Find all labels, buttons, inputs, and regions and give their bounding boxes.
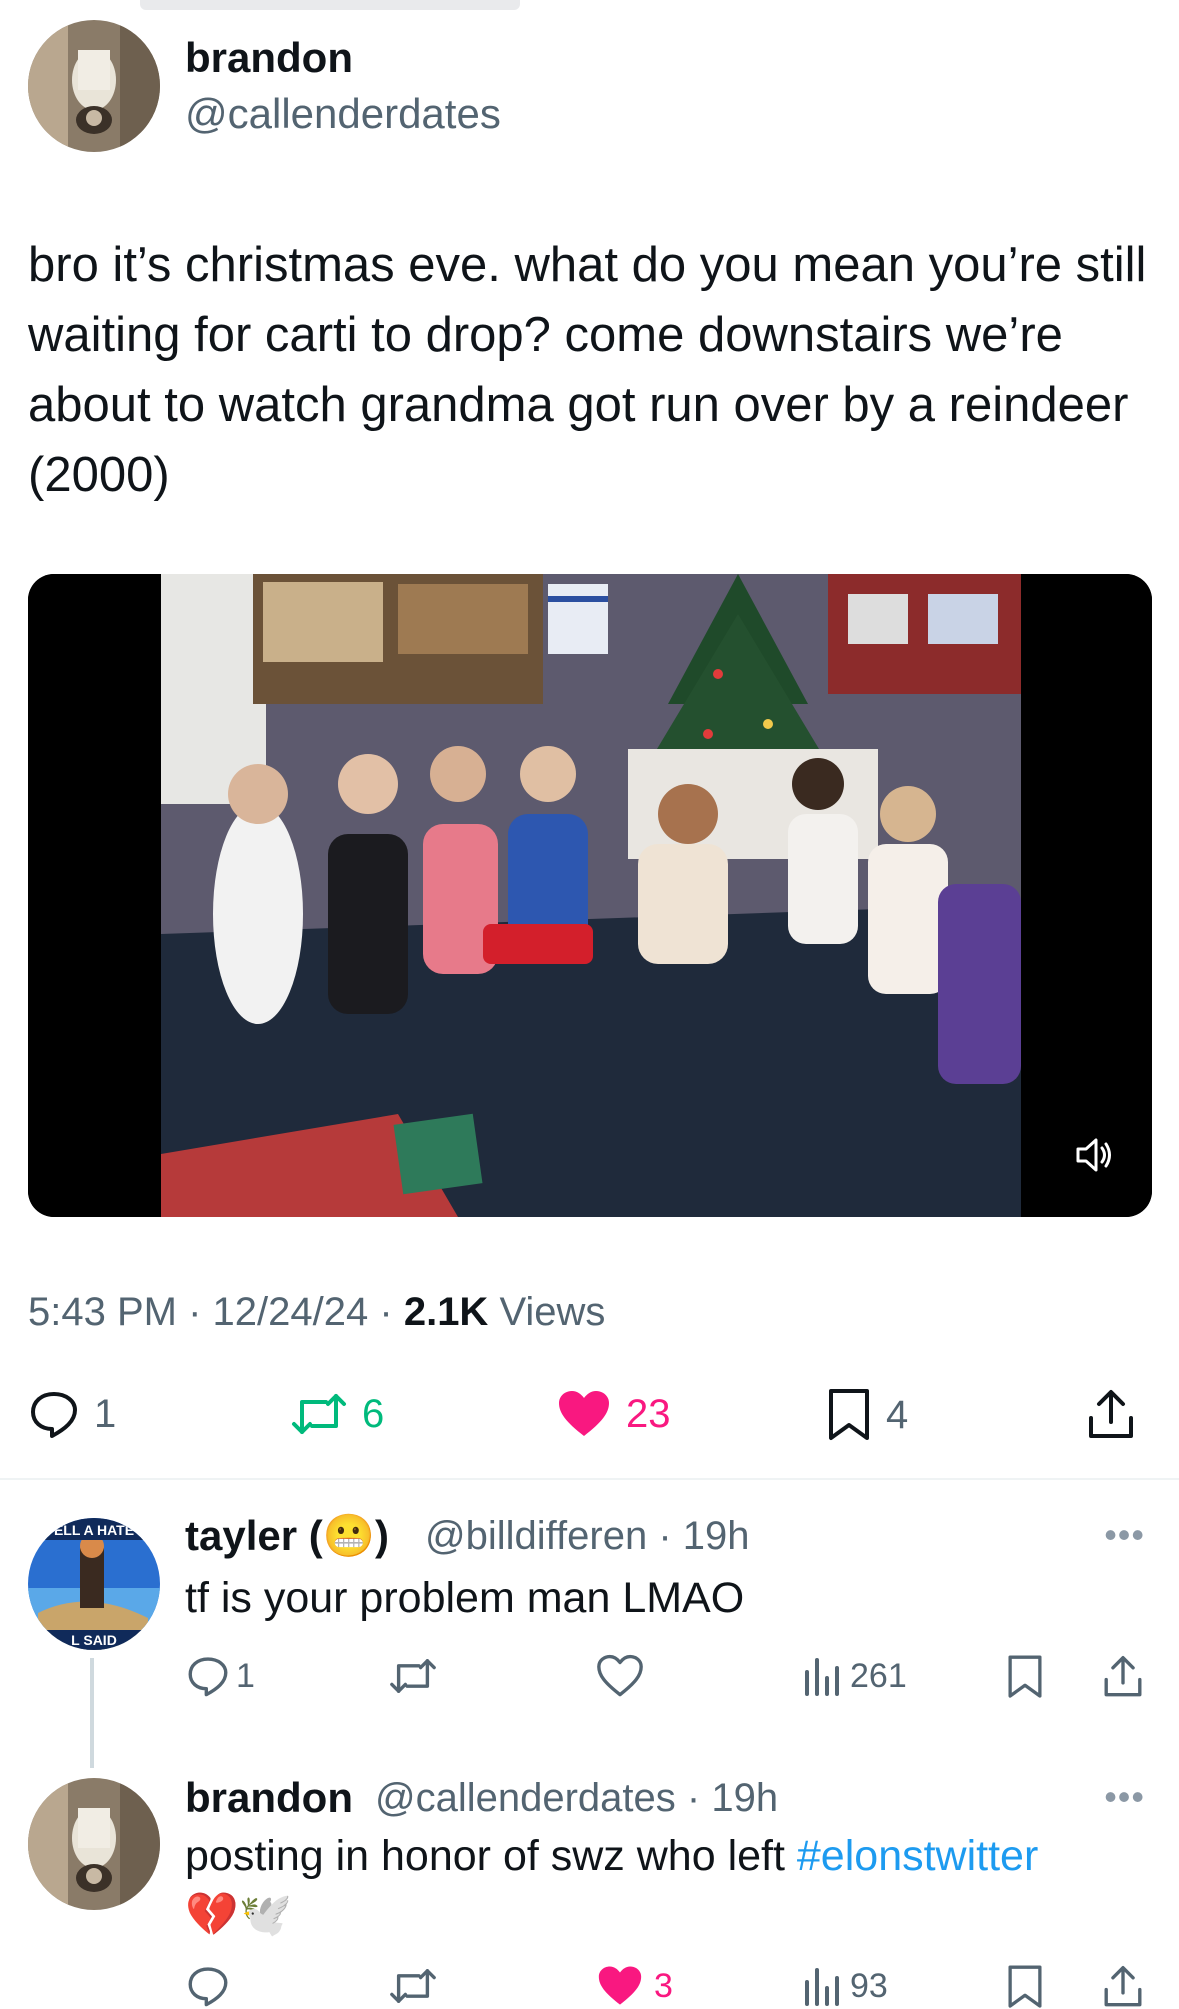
reply-count: 1: [94, 1391, 117, 1436]
author-name[interactable]: brandon: [185, 34, 353, 82]
meta-separator: ·: [379, 1290, 393, 1334]
share-icon: [1104, 1965, 1142, 2007]
tweet-text: bro it’s christmas eve. what do you mean…: [28, 238, 1147, 502]
share-icon: [1104, 1655, 1142, 1697]
author-avatar[interactable]: [28, 20, 160, 152]
bookmark-button[interactable]: 4: [826, 1388, 908, 1442]
reply-text: tf is your problem man LMAO: [185, 1574, 745, 1622]
video-player[interactable]: [28, 574, 1152, 1217]
share-button[interactable]: [1102, 1654, 1144, 1700]
meta-separator: ·: [188, 1290, 202, 1334]
more-options-icon[interactable]: •••: [1104, 1514, 1145, 1556]
repost-button[interactable]: [388, 1654, 438, 1698]
grimace-emoji: 😬: [322, 1512, 376, 1559]
views-button[interactable]: 93: [802, 1964, 888, 2008]
like-count: 3: [654, 1966, 673, 2005]
reply-button[interactable]: 1: [28, 1388, 116, 1440]
reply-action-bar: 1 261: [0, 1654, 1179, 1700]
reply-button[interactable]: [186, 1964, 230, 2008]
repost-button[interactable]: 6: [290, 1388, 384, 1440]
repost-count: 6: [362, 1391, 385, 1436]
post-action-bar: 1 6 23 4: [0, 1388, 1179, 1448]
reply-emojis: 💔🕊️: [185, 1891, 293, 1939]
reply-name[interactable]: brandon: [185, 1774, 353, 1822]
reply-handle[interactable]: @billdifferen · 19h: [425, 1514, 750, 1559]
reply-name[interactable]: tayler (😬): [185, 1512, 389, 1561]
bookmark-count: 4: [886, 1392, 909, 1437]
author-handle[interactable]: @callenderdates: [185, 90, 501, 138]
share-icon: [1089, 1390, 1133, 1438]
divider: [0, 1478, 1179, 1480]
heart-filled-icon: [598, 1966, 642, 2005]
bookmark-button[interactable]: [1006, 1964, 1044, 2009]
views-count: 261: [850, 1656, 907, 1695]
reply-age: · 19h: [658, 1514, 750, 1558]
heart-filled-icon: [559, 1391, 609, 1436]
svg-text:L SAID: L SAID: [71, 1632, 117, 1648]
reply-action-bar: 3 93: [0, 1964, 1179, 2009]
bookmark-button[interactable]: [1006, 1654, 1044, 1700]
post-date: 12/24/24: [212, 1290, 369, 1334]
like-button[interactable]: [596, 1654, 644, 1698]
reply-avatar-tayler[interactable]: ELL A HATE L SAID: [28, 1518, 160, 1650]
repost-button[interactable]: [388, 1964, 438, 2008]
reply-text: posting in honor of swz who left #elonst…: [185, 1832, 1039, 1880]
share-button[interactable]: [1086, 1388, 1136, 1442]
hashtag-link[interactable]: #elonstwitter: [797, 1832, 1038, 1880]
video-frame: [28, 574, 1152, 1217]
bookmark-icon: [829, 1389, 869, 1440]
repost-icon: [390, 1659, 436, 1693]
views-count: 93: [850, 1966, 888, 2005]
views-label: Views: [499, 1290, 606, 1334]
like-button[interactable]: 23: [556, 1388, 671, 1440]
views-chart-icon: [805, 1968, 839, 2006]
volume-icon[interactable]: [1072, 1133, 1116, 1177]
share-button[interactable]: [1102, 1964, 1144, 2009]
like-button[interactable]: 3: [596, 1964, 673, 2008]
reply-icon: [188, 1967, 228, 2007]
post-time: 5:43 PM: [28, 1290, 177, 1334]
repost-icon: [292, 1394, 346, 1434]
more-options-icon[interactable]: •••: [1104, 1776, 1145, 1818]
repost-icon: [390, 1969, 436, 2003]
reply-count: 1: [236, 1656, 255, 1695]
reply-button[interactable]: 1: [186, 1654, 255, 1698]
bookmark-icon: [1008, 1655, 1042, 1698]
svg-text:ELL A HATE: ELL A HATE: [54, 1522, 134, 1538]
reply-avatar-brandon[interactable]: [28, 1778, 160, 1910]
bookmark-icon: [1008, 1965, 1042, 2008]
reply-age: · 19h: [686, 1776, 779, 1820]
reply-icon: [31, 1392, 77, 1438]
top-sliver: [140, 0, 520, 10]
views-button[interactable]: 261: [802, 1654, 907, 1698]
heart-outline-icon: [597, 1654, 643, 1697]
views-chart-icon: [805, 1658, 839, 1696]
reply-icon: [188, 1657, 228, 1697]
like-count: 23: [626, 1391, 671, 1436]
views-count: 2.1K: [403, 1290, 489, 1334]
post-meta: 5:43 PM · 12/24/24 · 2.1K Views: [28, 1290, 605, 1335]
reply-handle[interactable]: @callenderdates · 19h: [375, 1776, 778, 1821]
